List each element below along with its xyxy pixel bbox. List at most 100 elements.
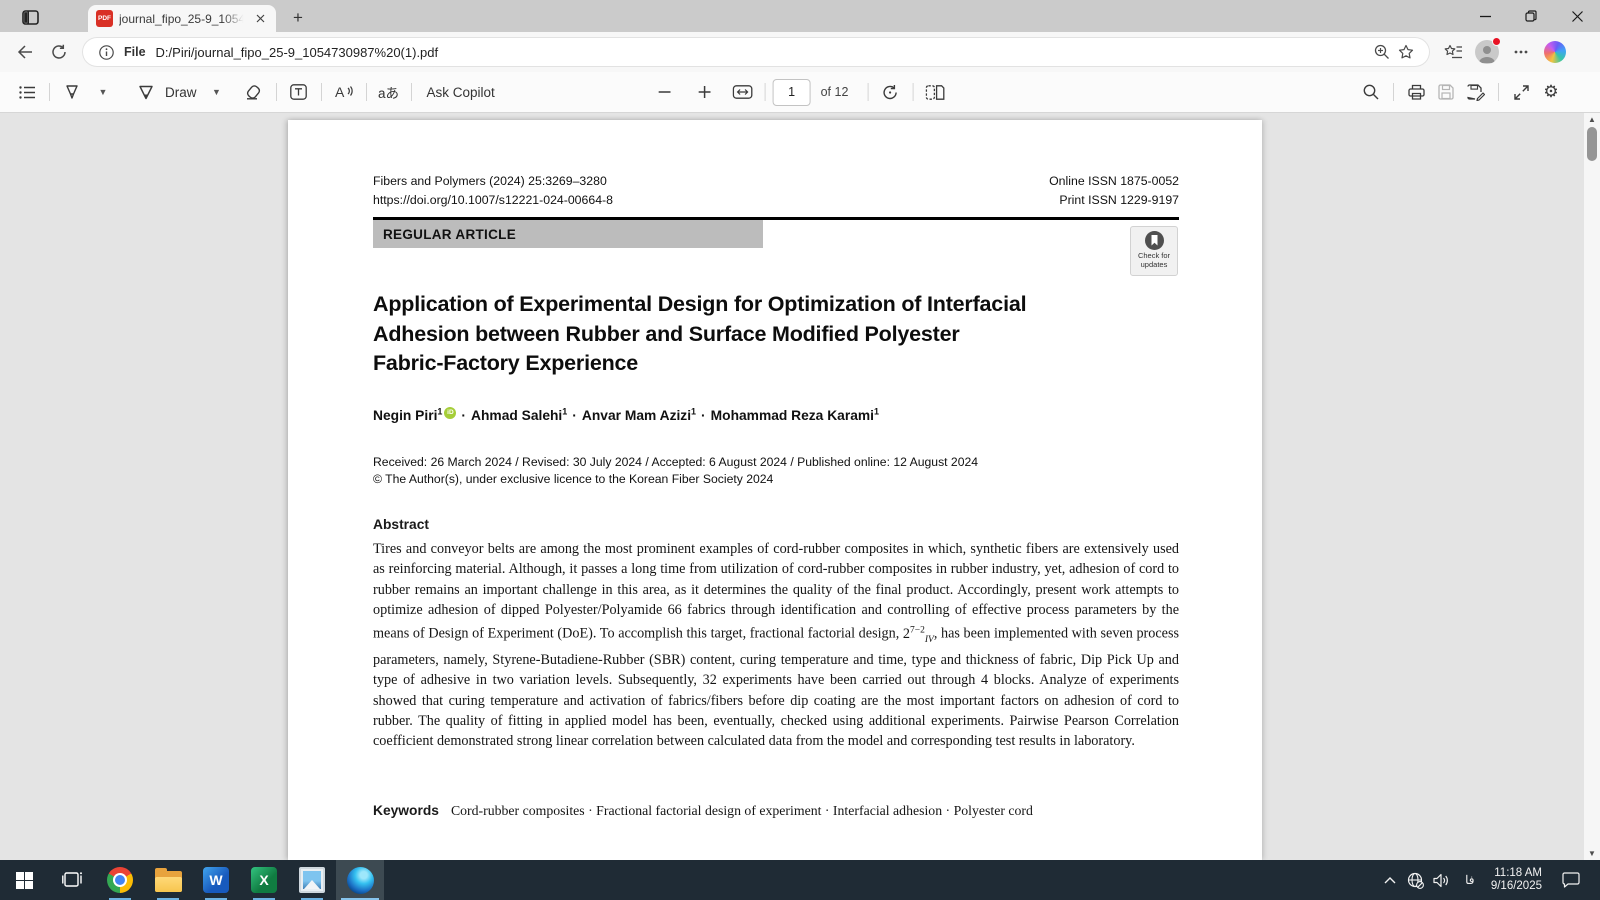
- edge-icon: [347, 867, 374, 894]
- profile-avatar[interactable]: [1472, 37, 1502, 67]
- draw-label[interactable]: Draw: [165, 85, 197, 100]
- pdf-viewer: Fibers and Polymers (2024) 25:3269–3280 …: [0, 113, 1600, 860]
- author[interactable]: Mohammad Reza Karami1: [711, 408, 879, 423]
- page-controls: 1 of 12: [650, 77, 951, 107]
- minimize-button[interactable]: [1462, 0, 1508, 32]
- browser-tab[interactable]: PDF journal_fipo_25-9_1054730987 (1): [88, 5, 276, 32]
- pdf-file-icon: PDF: [96, 10, 113, 27]
- new-tab-button[interactable]: +: [286, 6, 310, 30]
- page-view-icon[interactable]: [920, 77, 950, 107]
- article-history: Received: 26 March 2024 / Revised: 30 Ju…: [373, 454, 978, 488]
- network-globe-icon[interactable]: [1403, 860, 1429, 900]
- hidden-icons-chevron[interactable]: [1377, 860, 1403, 900]
- zoom-in-icon[interactable]: [690, 77, 720, 107]
- abstract-text: Tires and conveyor belts are among the m…: [373, 539, 1179, 752]
- draw-pen-icon[interactable]: [131, 77, 161, 107]
- copyright-line: © The Author(s), under exclusive licence…: [373, 471, 978, 488]
- system-tray: فا 11:18 AM 9/16/2025: [1377, 860, 1600, 900]
- highlighter-icon[interactable]: [57, 77, 87, 107]
- tab-close-icon[interactable]: [252, 11, 268, 27]
- taskbar-word[interactable]: W: [192, 860, 240, 900]
- document-outline-icon[interactable]: [12, 77, 42, 107]
- draw-dropdown-icon[interactable]: ▼: [201, 77, 231, 107]
- print-icon[interactable]: [1401, 77, 1431, 107]
- task-view-button[interactable]: [48, 860, 96, 900]
- refresh-icon[interactable]: [44, 37, 74, 67]
- scroll-up-icon[interactable]: ▲: [1584, 115, 1600, 124]
- taskbar-chrome[interactable]: [96, 860, 144, 900]
- address-bar[interactable]: File D:/Piri/journal_fipo_25-9_105473098…: [82, 37, 1430, 67]
- fullscreen-icon[interactable]: [1506, 77, 1536, 107]
- issn-block: Online ISSN 1875-0052 Print ISSN 1229-91…: [1049, 172, 1179, 210]
- address-url[interactable]: D:/Piri/journal_fipo_25-9_1054730987%20(…: [156, 45, 1370, 60]
- ask-copilot-button[interactable]: Ask Copilot: [427, 85, 495, 100]
- tab-bar: PDF journal_fipo_25-9_1054730987 (1) +: [0, 0, 1600, 32]
- zoom-page-icon[interactable]: [1370, 40, 1394, 64]
- save-as-icon[interactable]: [1461, 77, 1491, 107]
- search-icon[interactable]: [1356, 77, 1386, 107]
- browser-menu-icon[interactable]: [1506, 37, 1536, 67]
- action-center-icon[interactable]: [1552, 860, 1590, 900]
- add-text-icon[interactable]: [284, 77, 314, 107]
- volume-icon[interactable]: [1429, 860, 1455, 900]
- language-indicator[interactable]: فا: [1455, 873, 1485, 887]
- journal-citation: Fibers and Polymers (2024) 25:3269–3280: [373, 172, 613, 191]
- favorites-list-icon[interactable]: [1438, 37, 1468, 67]
- author[interactable]: Negin Piri1: [373, 408, 442, 423]
- fit-to-width-icon[interactable]: [728, 77, 758, 107]
- photos-icon: [299, 867, 325, 893]
- article-type-banner: REGULAR ARTICLE: [373, 220, 763, 248]
- settings-gear-icon[interactable]: ⚙: [1536, 77, 1566, 107]
- tab-actions-menu-icon[interactable]: [16, 5, 44, 29]
- keywords-line: KeywordsCord-rubber composites · Fractio…: [373, 803, 1179, 819]
- toolbar-right-group: ⚙: [1356, 77, 1566, 107]
- address-bar-row: File D:/Piri/journal_fipo_25-9_105473098…: [0, 32, 1600, 72]
- back-icon[interactable]: [10, 37, 40, 67]
- word-icon: W: [203, 867, 229, 893]
- orcid-icon[interactable]: iD: [444, 407, 456, 419]
- info-icon[interactable]: [94, 40, 118, 64]
- page-number-input[interactable]: 1: [773, 79, 811, 106]
- taskbar-excel[interactable]: X: [240, 860, 288, 900]
- zoom-out-icon[interactable]: [650, 77, 680, 107]
- author[interactable]: Anvar Mam Azizi1: [582, 408, 696, 423]
- chrome-icon: [107, 867, 133, 893]
- close-window-button[interactable]: [1554, 0, 1600, 32]
- favorite-star-icon[interactable]: [1394, 40, 1418, 64]
- save-icon: [1431, 77, 1461, 107]
- taskbar-clock[interactable]: 11:18 AM 9/16/2025: [1491, 867, 1542, 894]
- vertical-scrollbar[interactable]: ▲ ▼: [1584, 113, 1600, 860]
- svg-text:A: A: [335, 84, 345, 100]
- issn-online: Online ISSN 1875-0052: [1049, 172, 1179, 191]
- read-aloud-icon[interactable]: A: [329, 77, 359, 107]
- author-line: Negin Piri1iD·Ahmad Salehi1·Anvar Mam Az…: [373, 406, 879, 423]
- copilot-icon[interactable]: [1540, 37, 1570, 67]
- windows-taskbar: W X فا 11:18 AM 9/16/2025: [0, 860, 1600, 900]
- author[interactable]: Ahmad Salehi1: [471, 408, 567, 423]
- eraser-icon[interactable]: [239, 77, 269, 107]
- address-scheme-label: File: [124, 45, 146, 59]
- restore-button[interactable]: [1508, 0, 1554, 32]
- tray-time: 11:18 AM: [1491, 867, 1542, 881]
- pdf-page: Fibers and Polymers (2024) 25:3269–3280 …: [288, 120, 1262, 860]
- translate-icon[interactable]: aあ: [374, 77, 404, 107]
- doi-link[interactable]: https://doi.org/10.1007/s12221-024-00664…: [373, 191, 613, 210]
- tray-date: 9/16/2025: [1491, 880, 1542, 894]
- window-controls: [1462, 0, 1600, 32]
- crossmark-icon: [1144, 230, 1165, 251]
- issn-print: Print ISSN 1229-9197: [1049, 191, 1179, 210]
- highlighter-dropdown-icon[interactable]: ▼: [87, 77, 117, 107]
- article-title: Application of Experimental Design for O…: [373, 290, 1026, 379]
- taskbar-photos[interactable]: [288, 860, 336, 900]
- check-for-updates-badge[interactable]: Check forupdates: [1130, 226, 1178, 276]
- abstract-heading: Abstract: [373, 517, 429, 532]
- scrollbar-thumb[interactable]: [1587, 127, 1597, 161]
- factorial-design-notation: 27−2IV: [903, 626, 934, 642]
- start-button[interactable]: [0, 860, 48, 900]
- scroll-down-icon[interactable]: ▼: [1584, 849, 1600, 858]
- rotate-icon[interactable]: [875, 77, 905, 107]
- page-count-label: of 12: [821, 85, 849, 99]
- taskbar-file-explorer[interactable]: [144, 860, 192, 900]
- edge-window: PDF journal_fipo_25-9_1054730987 (1) + F…: [0, 0, 1600, 900]
- taskbar-edge-active[interactable]: [336, 860, 384, 900]
